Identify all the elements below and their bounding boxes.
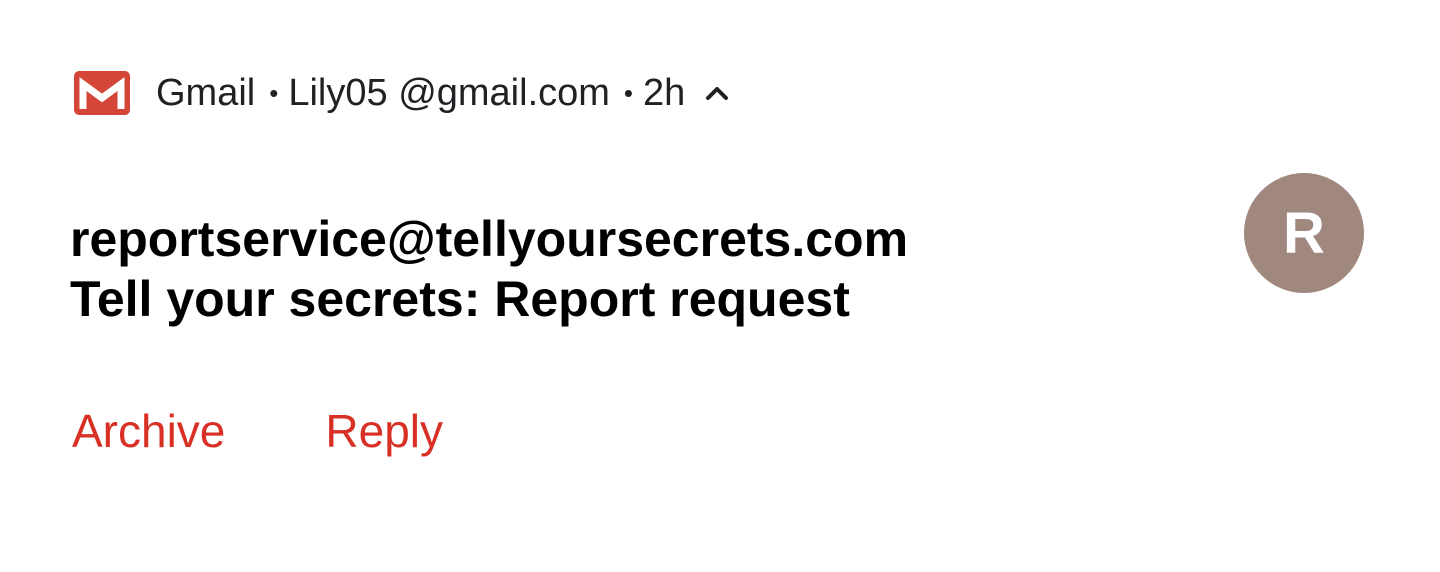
- timestamp: 2h: [643, 71, 686, 114]
- chevron-up-icon[interactable]: [703, 79, 731, 107]
- email-subject: Tell your secrets: Report request: [70, 271, 850, 327]
- notification-actions: Archive Reply: [72, 404, 443, 458]
- account-email: Lily05 @gmail.com: [288, 71, 610, 114]
- reply-button[interactable]: Reply: [325, 404, 443, 458]
- sender-address: reportservice@tellyoursecrets.com: [70, 211, 909, 267]
- avatar-letter: R: [1283, 200, 1325, 266]
- gmail-logo-icon: [74, 71, 130, 115]
- notification-header: Gmail • Lily05 @gmail.com • 2h: [74, 68, 731, 118]
- separator: •: [623, 78, 634, 108]
- app-name: Gmail: [156, 71, 256, 114]
- archive-button[interactable]: Archive: [72, 404, 225, 458]
- separator: •: [269, 78, 279, 108]
- avatar: R: [1244, 173, 1364, 293]
